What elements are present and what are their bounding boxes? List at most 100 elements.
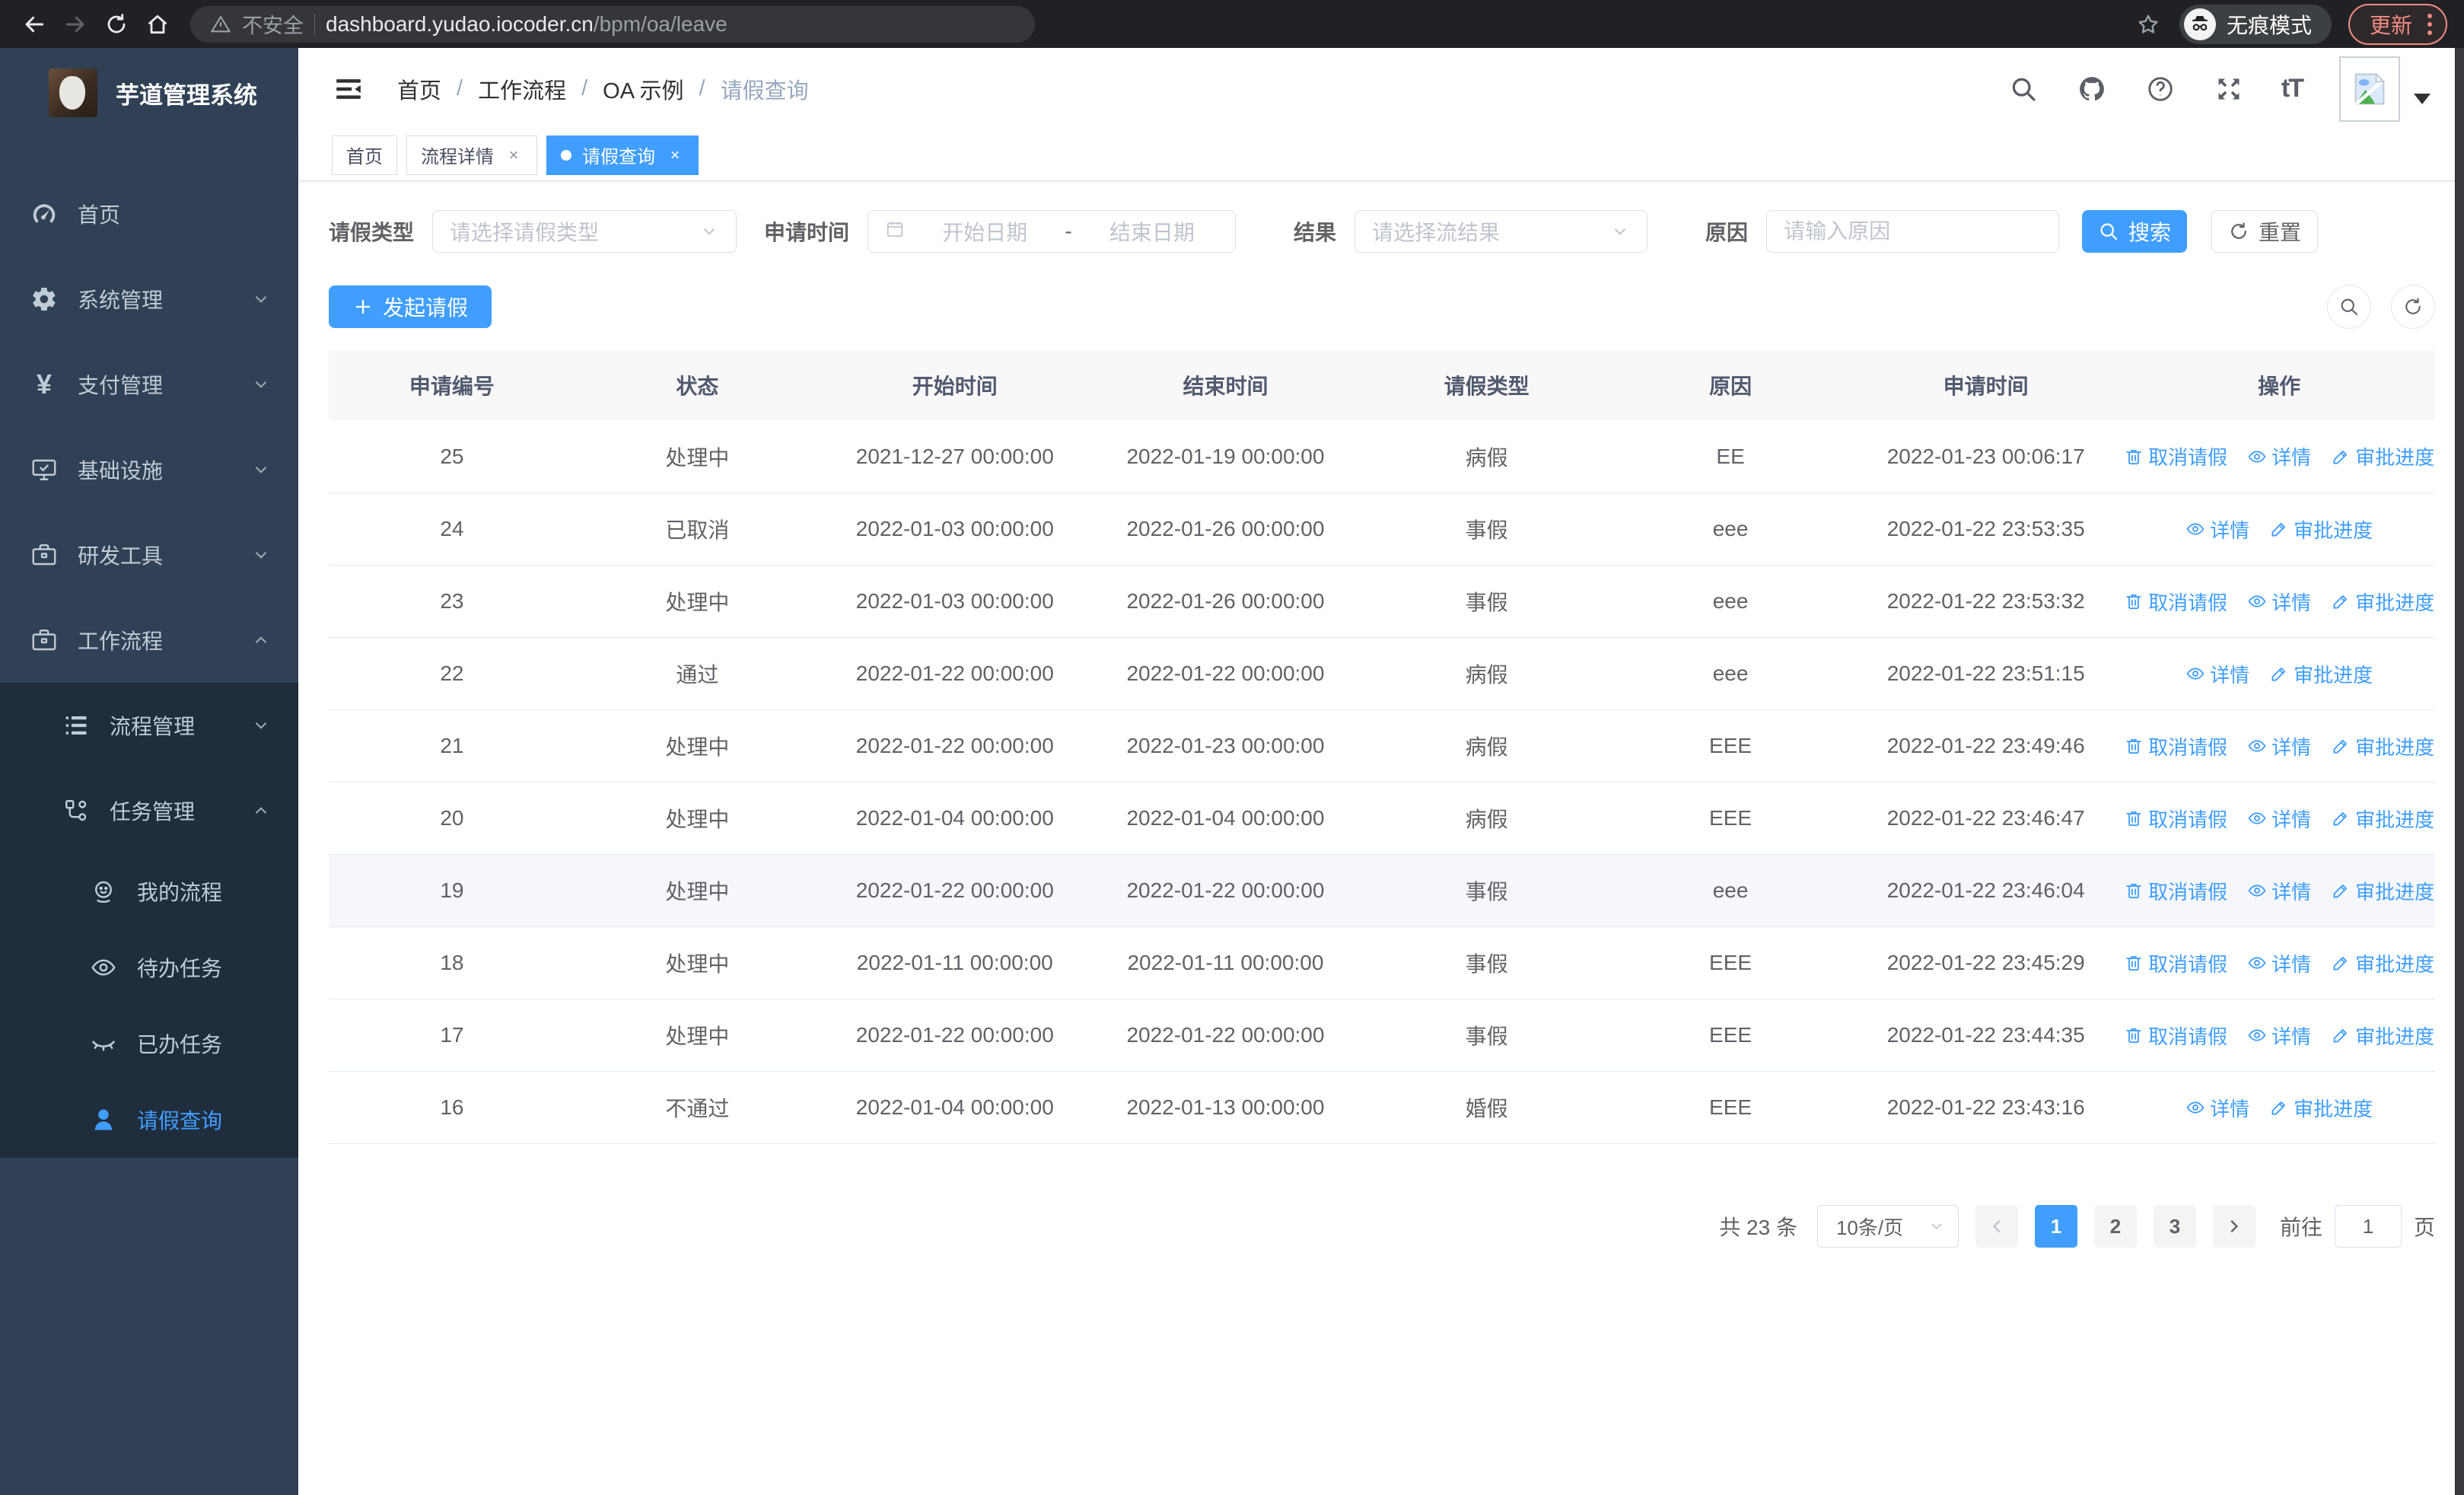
breadcrumb-workflow[interactable]: 工作流程	[478, 73, 566, 105]
detail-link[interactable]: 详情	[2185, 1094, 2249, 1122]
header-search-icon[interactable]	[2007, 73, 2039, 105]
refresh-table-button[interactable]	[2391, 285, 2435, 329]
sidebar-item-leave-query[interactable]: 请假查询	[0, 1082, 298, 1158]
cell-end-time: 2022-01-13 00:00:00	[1126, 1095, 1325, 1119]
cell-start-time: 2022-01-22 00:00:00	[855, 661, 1054, 685]
toggle-search-button[interactable]	[2327, 285, 2371, 329]
sidebar-item-system[interactable]: 系统管理	[0, 257, 298, 342]
browser-home-icon[interactable]	[140, 7, 175, 42]
next-page-button[interactable]	[2212, 1205, 2255, 1248]
detail-link[interactable]: 详情	[2247, 732, 2311, 760]
cell-leave-type: 事假	[1465, 591, 1508, 614]
cancel-leave-link[interactable]: 取消请假	[2124, 877, 2227, 905]
not-secure-warning-icon[interactable]	[210, 14, 231, 35]
sidebar-item-process-management[interactable]: 流程管理	[0, 683, 298, 768]
window-scrollbar[interactable]	[2455, 48, 2464, 1495]
cell-actions: 取消请假 详情 审批进度	[2123, 732, 2435, 760]
breadcrumb-home[interactable]: 首页	[397, 73, 441, 105]
sidebar-item-task-management[interactable]: 任务管理	[0, 768, 298, 853]
cancel-leave-link[interactable]: 取消请假	[2124, 1022, 2227, 1050]
create-leave-button[interactable]: 发起请假	[329, 285, 492, 328]
start-date-placeholder[interactable]: 开始日期	[918, 216, 1051, 247]
table-row: 18 处理中 2022-01-11 00:00:00 2022-01-11 00…	[329, 926, 2435, 999]
approval-progress-link[interactable]: 审批进度	[2331, 805, 2434, 833]
approval-progress-link[interactable]: 审批进度	[2331, 442, 2434, 470]
browser-forward-icon[interactable]	[58, 7, 93, 42]
detail-link[interactable]: 详情	[2247, 588, 2311, 616]
cancel-leave-link[interactable]: 取消请假	[2124, 805, 2227, 833]
sidebar-item-infrastructure[interactable]: 基础设施	[0, 427, 298, 512]
avatar[interactable]	[2339, 56, 2400, 122]
end-date-placeholder[interactable]: 结束日期	[1086, 216, 1218, 247]
page-button-1[interactable]: 1	[2034, 1205, 2077, 1248]
cancel-leave-link[interactable]: 取消请假	[2124, 442, 2227, 470]
chevron-up-icon	[251, 801, 271, 821]
sidebar-item-workflow[interactable]: 工作流程	[0, 598, 298, 683]
prev-page-button[interactable]	[1975, 1205, 2018, 1248]
sidebar-item-todo-tasks[interactable]: 待办任务	[0, 929, 298, 1006]
page-button-2[interactable]: 2	[2093, 1205, 2137, 1248]
user-menu[interactable]	[2339, 56, 2431, 122]
cancel-leave-link[interactable]: 取消请假	[2124, 732, 2227, 760]
reason-input[interactable]	[1784, 219, 2042, 244]
incognito-icon	[2183, 8, 2216, 40]
github-icon[interactable]	[2076, 73, 2108, 105]
browser-menu-icon[interactable]	[2427, 13, 2432, 35]
tab-home[interactable]: 首页	[332, 135, 397, 175]
detail-link[interactable]: 详情	[2247, 1022, 2311, 1050]
apply-time-range-picker[interactable]: 开始日期 - 结束日期	[867, 210, 1237, 253]
close-icon[interactable]: ×	[505, 145, 523, 164]
sidebar-item-home[interactable]: 首页	[0, 171, 298, 257]
detail-link[interactable]: 详情	[2185, 660, 2249, 688]
reset-button[interactable]: 重置	[2211, 210, 2319, 253]
approval-progress-link[interactable]: 审批进度	[2331, 949, 2434, 977]
browser-reload-icon[interactable]	[99, 7, 134, 42]
incognito-label: 无痕模式	[2226, 13, 2312, 37]
detail-link[interactable]: 详情	[2247, 442, 2311, 470]
close-icon[interactable]: ×	[666, 145, 684, 164]
approval-progress-link[interactable]: 审批进度	[2269, 1094, 2373, 1122]
goto-page-input[interactable]	[2334, 1205, 2402, 1248]
approval-progress-link[interactable]: 审批进度	[2269, 515, 2373, 543]
detail-link[interactable]: 详情	[2185, 515, 2249, 543]
sidebar-item-dev-tools[interactable]: 研发工具	[0, 512, 298, 598]
search-button[interactable]: 搜索	[2082, 210, 2188, 253]
leave-type-select[interactable]: 请选择请假类型	[432, 210, 737, 253]
approval-progress-link[interactable]: 审批进度	[2331, 588, 2434, 616]
approval-progress-link[interactable]: 审批进度	[2331, 1022, 2434, 1050]
tab-process-detail[interactable]: 流程详情 ×	[406, 135, 537, 175]
cancel-leave-link[interactable]: 取消请假	[2124, 588, 2227, 616]
table-row: 19 处理中 2022-01-22 00:00:00 2022-01-22 00…	[329, 854, 2435, 926]
detail-link[interactable]: 详情	[2247, 877, 2311, 905]
tab-leave-query[interactable]: 请假查询 ×	[546, 135, 699, 175]
fullscreen-icon[interactable]	[2213, 73, 2245, 105]
sidebar-item-done-tasks[interactable]: 已办任务	[0, 1006, 298, 1082]
detail-link[interactable]: 详情	[2247, 805, 2311, 833]
sidebar-item-my-process[interactable]: 我的流程	[0, 853, 298, 929]
table-body: 25 处理中 2021-12-27 00:00:00 2022-01-19 00…	[329, 420, 2435, 1143]
browser-back-icon[interactable]	[17, 7, 52, 42]
sidebar-item-payment[interactable]: ¥ 支付管理	[0, 342, 298, 427]
column-header: 请假类型	[1444, 375, 1530, 398]
table-row: 16 不通过 2022-01-04 00:00:00 2022-01-13 00…	[329, 1071, 2435, 1143]
page-button-3[interactable]: 3	[2153, 1205, 2196, 1248]
font-size-icon[interactable]: tT	[2281, 74, 2304, 104]
address-bar[interactable]: 不安全 dashboard.yudao.iocoder.cn/bpm/oa/le…	[190, 5, 1035, 43]
approval-progress-link[interactable]: 审批进度	[2331, 877, 2434, 905]
detail-link[interactable]: 详情	[2247, 949, 2311, 977]
bookmark-star-icon[interactable]	[2131, 7, 2166, 42]
result-select[interactable]: 请选择流结果	[1355, 210, 1648, 253]
cancel-leave-link[interactable]: 取消请假	[2124, 949, 2227, 977]
approval-progress-link[interactable]: 审批进度	[2331, 732, 2434, 760]
app-logo-row[interactable]: 芋道管理系统	[0, 48, 298, 138]
help-icon[interactable]	[2144, 73, 2176, 105]
cell-reason: eee	[1712, 517, 1749, 540]
sidebar-item-label: 首页	[78, 203, 121, 227]
page-size-select[interactable]: 10条/页	[1816, 1205, 1959, 1248]
approval-progress-link[interactable]: 审批进度	[2269, 660, 2373, 688]
url-text[interactable]: dashboard.yudao.iocoder.cn/bpm/oa/leave	[326, 12, 727, 37]
sidebar-collapse-icon[interactable]	[332, 72, 365, 106]
browser-update-button[interactable]: 更新	[2348, 3, 2447, 45]
incognito-profile-chip[interactable]: 无痕模式	[2179, 4, 2332, 44]
breadcrumb-oa-example[interactable]: OA 示例	[603, 73, 683, 105]
